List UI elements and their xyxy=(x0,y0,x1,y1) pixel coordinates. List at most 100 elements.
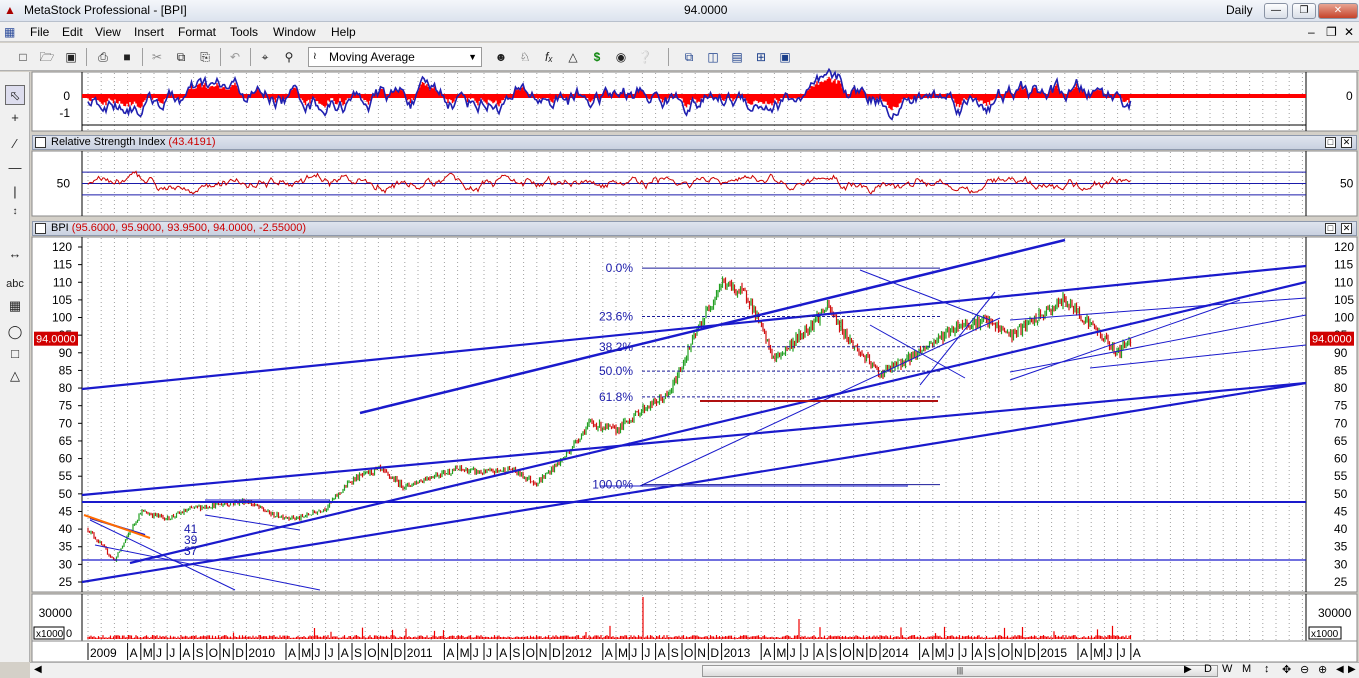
scroll-thumb[interactable]: ||| xyxy=(702,665,1218,677)
price-axis-tick-left: 110 xyxy=(53,275,72,289)
scroll-right-icon[interactable]: ▶ xyxy=(1184,664,1192,675)
price-axis-tick-left: 90 xyxy=(59,346,73,360)
rsi-tick-left: 50 xyxy=(57,177,71,191)
x-axis-month-label: O xyxy=(209,646,218,660)
x-axis-month-label: S xyxy=(671,646,679,660)
x-axis-month-label: D xyxy=(235,646,244,660)
x-axis-month-label: O xyxy=(367,646,376,660)
x-axis-month-label: A xyxy=(1080,646,1088,660)
fib-level-label: 100.0% xyxy=(592,478,633,492)
x-axis-year-label: 2015 xyxy=(1040,646,1067,660)
x-axis-month-label: N xyxy=(380,646,389,660)
last-price-label-left: 94.0000 xyxy=(36,334,76,346)
x-axis-month-label: D xyxy=(552,646,561,660)
price-axis-tick-left: 120 xyxy=(52,240,72,254)
next-icon[interactable]: ▶ xyxy=(1348,664,1356,675)
x-axis-month-label: J xyxy=(790,646,796,660)
x-axis-month-label: J xyxy=(961,646,967,660)
price-axis-tick-left: 30 xyxy=(59,557,73,571)
price-axis-tick-right: 90 xyxy=(1334,346,1348,360)
x-axis-month-label: N xyxy=(856,646,865,660)
x-axis-month-label: O xyxy=(842,646,851,660)
x-axis-month-label: J xyxy=(631,646,637,660)
zoom-in-icon[interactable]: ⊕ xyxy=(1318,663,1327,676)
price-axis-tick-right: 115 xyxy=(1334,258,1353,272)
x-axis-month-label: A xyxy=(288,646,296,660)
x-axis-month-label: J xyxy=(948,646,954,660)
x-axis-month-label: N xyxy=(222,646,231,660)
price-axis-tick-left: 45 xyxy=(59,504,73,518)
x-axis-month-label: D xyxy=(1027,646,1036,660)
zoom-fit-icon[interactable]: ↕ xyxy=(1264,663,1270,675)
x-axis-month-label: D xyxy=(869,646,878,660)
fib-level-label: 50.0% xyxy=(599,364,633,378)
price-axis-tick-right: 110 xyxy=(1334,275,1353,289)
price-axis-tick-right: 105 xyxy=(1334,293,1354,307)
x-axis-month-label: N xyxy=(697,646,706,660)
periodicity-m-button[interactable]: M xyxy=(1242,663,1251,675)
chart-area[interactable]: 1201201151151101101051051001009595909085… xyxy=(0,0,1359,662)
x-axis-month-label: A xyxy=(1133,646,1141,660)
x-axis-month-label: A xyxy=(922,646,930,660)
periodicity-w-button[interactable]: W xyxy=(1222,663,1232,675)
move-icon[interactable]: ✥ xyxy=(1282,663,1291,676)
price-axis-tick-right: 30 xyxy=(1334,557,1348,571)
x-axis-month-label: M xyxy=(143,646,153,660)
x-axis-month-label: S xyxy=(354,646,362,660)
fib-level-label: 0.0% xyxy=(606,261,634,275)
x-axis-year-label: 2011 xyxy=(407,646,433,660)
periodicity-d-button[interactable]: D xyxy=(1204,663,1212,675)
x-axis-month-label: M xyxy=(776,646,786,660)
price-axis-tick-right: 75 xyxy=(1334,399,1348,413)
x-axis-year-label: 2012 xyxy=(565,646,592,660)
price-axis-tick-left: 60 xyxy=(59,452,73,466)
price-axis-tick-right: 40 xyxy=(1334,522,1348,536)
price-axis-tick-right: 35 xyxy=(1334,540,1348,554)
price-axis-tick-right: 85 xyxy=(1334,363,1348,377)
x-axis-month-label: D xyxy=(394,646,403,660)
price-axis-tick-left: 70 xyxy=(59,416,73,430)
macd-tick-right: 0 xyxy=(1346,89,1353,103)
x-axis-month-label: N xyxy=(1014,646,1023,660)
fib-level-label: 23.6% xyxy=(599,309,633,323)
x-axis-month-label: J xyxy=(169,646,175,660)
price-axis-tick-left: 50 xyxy=(59,487,73,501)
x-axis-area xyxy=(31,640,1358,662)
x-axis-month-label: A xyxy=(182,646,190,660)
x-axis-month-label: O xyxy=(1001,646,1010,660)
x-axis-month-label: J xyxy=(156,646,162,660)
x-axis-year-label: 2013 xyxy=(724,646,751,660)
fib-level-label: 61.8% xyxy=(599,390,633,404)
x-axis-month-label: S xyxy=(196,646,204,660)
x-axis-month-label: M xyxy=(1093,646,1103,660)
zoom-out-icon[interactable]: ⊖ xyxy=(1300,663,1309,676)
prev-icon[interactable]: ◀ xyxy=(1336,664,1344,675)
x-axis-month-label: N xyxy=(539,646,548,660)
x-axis-month-label: J xyxy=(644,646,650,660)
x-axis-month-label: J xyxy=(486,646,492,660)
x-axis-month-label: A xyxy=(446,646,454,660)
price-axis-tick-left: 80 xyxy=(59,381,73,395)
x-axis-month-label: A xyxy=(341,646,349,660)
price-axis-tick-left: 65 xyxy=(59,434,73,448)
x-axis-month-label: S xyxy=(829,646,837,660)
x-axis-month-label: A xyxy=(763,646,771,660)
horizontal-scrollbar[interactable]: ◀ ||| ▶ D W M ↕ ✥ ⊖ ⊕ ◀ ▶ xyxy=(30,662,1359,678)
macd-tick-minus-one: -1 xyxy=(59,106,70,120)
price-axis-tick-left: 55 xyxy=(59,469,73,483)
x-axis-month-label: A xyxy=(658,646,666,660)
x-axis-month-label: A xyxy=(816,646,824,660)
price-axis-tick-right: 25 xyxy=(1334,575,1348,589)
price-axis-tick-right: 60 xyxy=(1334,452,1348,466)
price-axis-tick-left: 35 xyxy=(59,540,73,554)
x-axis-month-label: J xyxy=(328,646,334,660)
x-axis-month-label: J xyxy=(1106,646,1112,660)
last-price-label-right: 94.0000 xyxy=(1312,334,1352,346)
price-axis-tick-left: 25 xyxy=(59,575,73,589)
scroll-left-icon[interactable]: ◀ xyxy=(34,664,42,675)
price-axis-tick-right: 70 xyxy=(1334,416,1348,430)
rsi-tick-right: 50 xyxy=(1340,177,1354,191)
x-axis-month-label: D xyxy=(710,646,719,660)
x-axis-year-label: 2014 xyxy=(882,646,909,660)
x-axis-month-label: J xyxy=(803,646,809,660)
